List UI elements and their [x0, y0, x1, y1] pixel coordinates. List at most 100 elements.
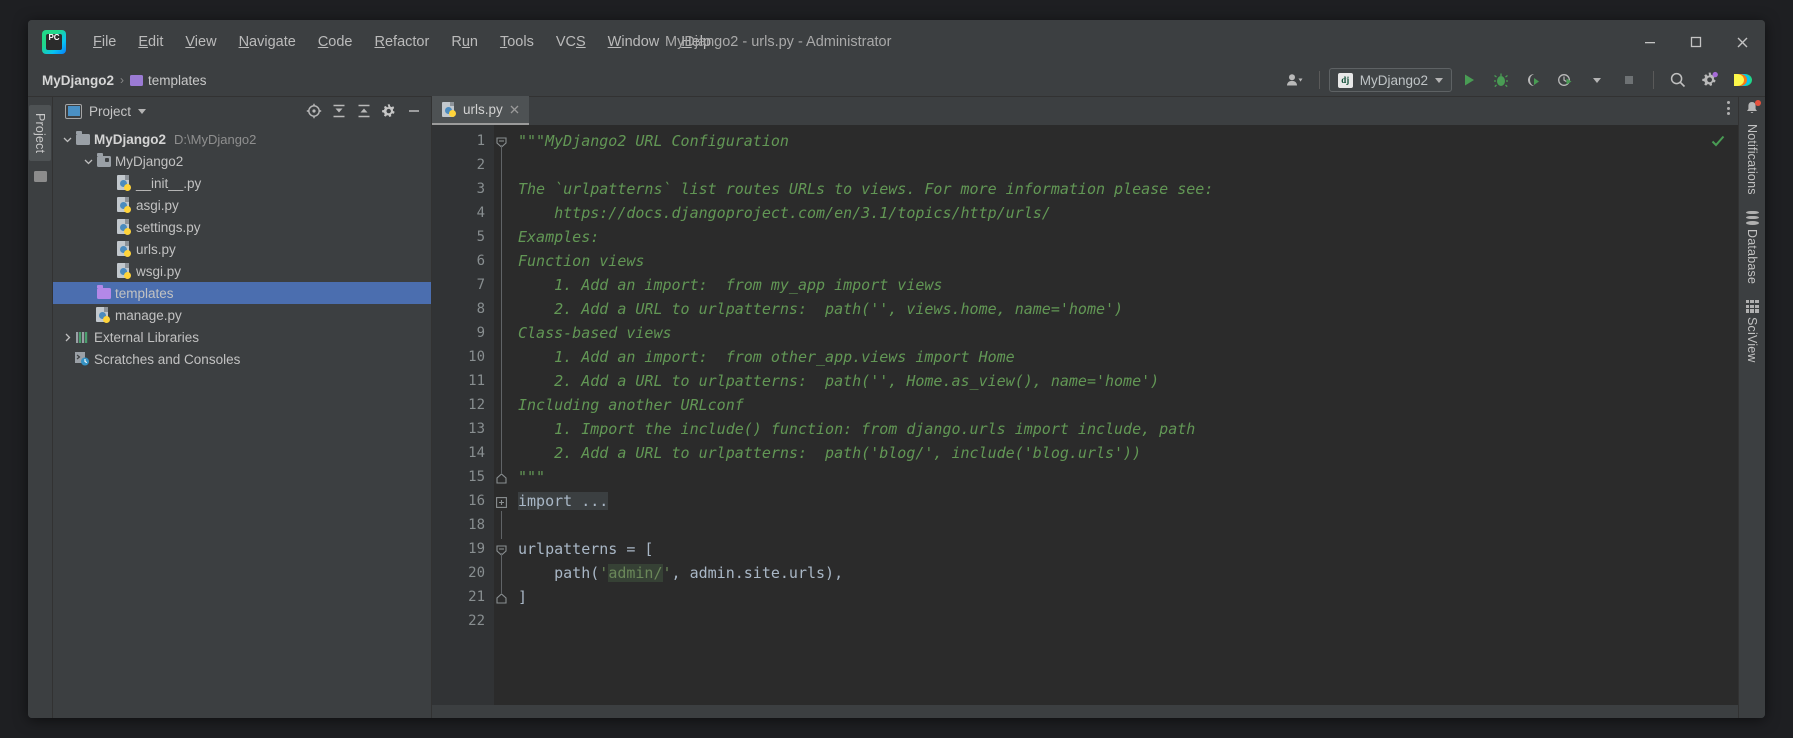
- code-line[interactable]: """: [510, 465, 1738, 489]
- pycharm-logo-icon: PC: [42, 30, 66, 54]
- code-line[interactable]: Function views: [510, 249, 1738, 273]
- tree-item-urls-py[interactable]: urls.py: [53, 238, 431, 260]
- maximize-button[interactable]: [1673, 20, 1719, 64]
- fold-marker[interactable]: [494, 583, 510, 609]
- chevron-down-icon[interactable]: [138, 108, 147, 114]
- project-panel-title[interactable]: Project: [65, 103, 147, 119]
- code-editor[interactable]: 1 2 3 4 5 6 7 8 9 10 11 12 13 14 15 16 18 19 20 21 22 """MyD…: [432, 125, 1738, 705]
- code-line[interactable]: 1. Add an import: from other_app.views i…: [510, 345, 1738, 369]
- code-token: Class-based views: [518, 324, 672, 342]
- code-line[interactable]: """MyDjango2 URL Configuration: [510, 129, 1738, 153]
- tree-item-init-py[interactable]: __init__.py: [53, 172, 431, 194]
- chevron-right-icon[interactable]: [61, 333, 74, 342]
- menu-item-window[interactable]: Window: [597, 30, 671, 54]
- tree-item-wsgi-py[interactable]: wsgi.py: [53, 260, 431, 282]
- menu-item-navigate[interactable]: Navigate: [228, 30, 307, 54]
- minimize-button[interactable]: [1627, 20, 1673, 64]
- code-token: = [: [617, 540, 654, 558]
- tree-item-mydjango2[interactable]: MyDjango2 D:\MyDjango2: [53, 128, 431, 150]
- menu-item-edit[interactable]: Edit: [127, 30, 174, 54]
- stop-button[interactable]: [1614, 64, 1644, 96]
- window-title: MyDjango2 - urls.py - Administrator: [665, 34, 892, 50]
- code-line[interactable]: urlpatterns = [: [510, 537, 1738, 561]
- breadcrumb-item-project[interactable]: MyDjango2: [42, 73, 114, 88]
- code-line[interactable]: The `urlpatterns` list routes URLs to vi…: [510, 177, 1738, 201]
- code-token: admin/: [608, 564, 663, 582]
- menu-item-vcs[interactable]: VCS: [545, 30, 597, 54]
- user-icon[interactable]: [1280, 64, 1310, 96]
- code-line[interactable]: ]: [510, 585, 1738, 609]
- inspection-status-icon[interactable]: [1710, 133, 1726, 154]
- tree-item-scratches-and-consoles[interactable]: Scratches and Consoles: [53, 348, 431, 370]
- run-configuration-selector[interactable]: dj MyDjango2: [1328, 68, 1452, 92]
- tree-item-manage-py[interactable]: manage.py: [53, 304, 431, 326]
- sciview-grid-icon: [1745, 299, 1759, 313]
- tree-item-asgi-py[interactable]: asgi.py: [53, 194, 431, 216]
- tree-item-settings-py[interactable]: settings.py: [53, 216, 431, 238]
- code-line[interactable]: [510, 153, 1738, 177]
- updates-icon[interactable]: [1727, 64, 1757, 96]
- code-line[interactable]: 2. Add a URL to urlpatterns: path('', Ho…: [510, 369, 1738, 393]
- search-everywhere-icon[interactable]: [1663, 64, 1693, 96]
- code-line[interactable]: 1. Import the include() function: from d…: [510, 417, 1738, 441]
- code-line[interactable]: [510, 609, 1738, 633]
- menu-item-run[interactable]: Run: [440, 30, 489, 54]
- code-line[interactable]: 2. Add a URL to urlpatterns: path('', vi…: [510, 297, 1738, 321]
- tree-item-label: __init__.py: [136, 175, 202, 191]
- expand-all-icon[interactable]: [328, 100, 350, 122]
- code-line[interactable]: https://docs.djangoproject.com/en/3.1/to…: [510, 201, 1738, 225]
- chevron-down-icon[interactable]: [61, 135, 74, 144]
- code-line[interactable]: 2. Add a URL to urlpatterns: path('blog/…: [510, 441, 1738, 465]
- tree-item-external-libraries[interactable]: External Libraries: [53, 326, 431, 348]
- project-view-icon: [65, 103, 82, 119]
- settings-icon[interactable]: [378, 100, 400, 122]
- fold-marker[interactable]: [494, 489, 510, 513]
- line-number: 8: [476, 301, 485, 317]
- chevron-down-icon[interactable]: [82, 157, 95, 166]
- select-opened-file-icon[interactable]: [303, 100, 325, 122]
- code-line[interactable]: Including another URLconf: [510, 393, 1738, 417]
- sidebar-item-sciview[interactable]: SciView: [1745, 299, 1759, 362]
- close-button[interactable]: [1719, 20, 1765, 64]
- line-number: 11: [468, 373, 485, 389]
- code-folding-gutter[interactable]: [494, 125, 510, 705]
- profile-button[interactable]: [1550, 64, 1580, 96]
- menu-item-code[interactable]: Code: [307, 30, 364, 54]
- code-content[interactable]: """MyDjango2 URL Configuration The `urlpa…: [510, 125, 1738, 705]
- hide-panel-icon[interactable]: [403, 100, 425, 122]
- chevron-down-icon[interactable]: [1582, 64, 1612, 96]
- coverage-button[interactable]: [1518, 64, 1548, 96]
- menu-item-view[interactable]: View: [174, 30, 227, 54]
- code-line[interactable]: path('admin/', admin.site.urls),: [510, 561, 1738, 585]
- code-line[interactable]: [510, 513, 1738, 537]
- code-line[interactable]: 1. Add an import: from my_app import vie…: [510, 273, 1738, 297]
- line-number: 14: [468, 445, 485, 461]
- breadcrumb-item-templates[interactable]: templates: [130, 73, 207, 88]
- code-line[interactable]: Examples:: [510, 225, 1738, 249]
- sidebar-item-database[interactable]: Database: [1745, 210, 1759, 284]
- run-button[interactable]: [1454, 64, 1484, 96]
- fold-marker[interactable]: [494, 463, 510, 489]
- sidebar-item-notifications[interactable]: Notifications: [1745, 100, 1761, 195]
- menu-item-file[interactable]: File: [82, 30, 127, 54]
- more-options-icon[interactable]: [1727, 101, 1730, 115]
- menu-item-tools[interactable]: Tools: [489, 30, 545, 54]
- line-number: 9: [476, 325, 485, 341]
- tree-item-mydjango2[interactable]: MyDjango2: [53, 150, 431, 172]
- menu-item-refactor[interactable]: Refactor: [364, 30, 441, 54]
- tree-item-templates[interactable]: templates: [53, 282, 431, 304]
- code-line[interactable]: Class-based views: [510, 321, 1738, 345]
- code-line[interactable]: import ...: [510, 489, 1738, 513]
- sidebar-item-project[interactable]: Project: [29, 105, 51, 162]
- fold-marker[interactable]: [494, 537, 510, 563]
- fold-marker: [494, 559, 510, 587]
- structure-icon[interactable]: [33, 171, 47, 183]
- settings-icon[interactable]: [1695, 64, 1725, 96]
- code-token: https://docs.djangoproject.com/en/3.1/to…: [554, 204, 1051, 222]
- fold-marker[interactable]: [494, 129, 510, 155]
- editor-tab-urls-py[interactable]: urls.py: [432, 96, 529, 125]
- close-icon[interactable]: [509, 104, 520, 115]
- debug-button[interactable]: [1486, 64, 1516, 96]
- line-number: 18: [468, 517, 485, 533]
- collapse-all-icon[interactable]: [353, 100, 375, 122]
